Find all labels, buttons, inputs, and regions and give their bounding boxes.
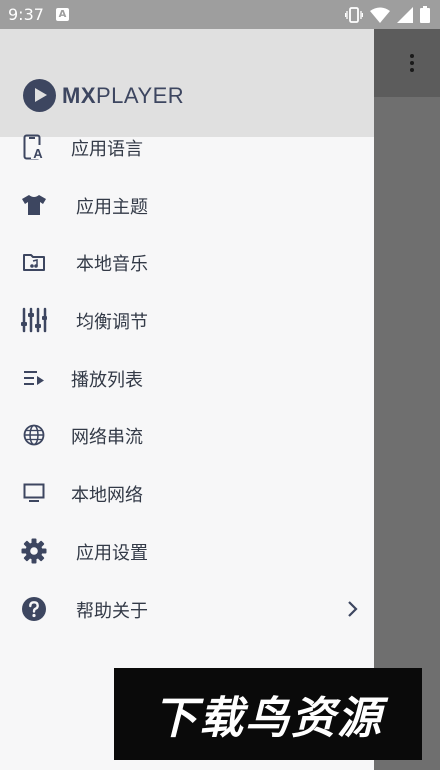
menu-item-local-music[interactable]: 本地音乐	[0, 234, 374, 292]
svg-text:A: A	[33, 146, 43, 160]
play-logo-icon	[23, 79, 56, 112]
globe-icon	[21, 422, 47, 448]
battery-icon	[420, 6, 430, 23]
mx-player-logo: MXPLAYER	[23, 79, 184, 112]
logo-text: MXPLAYER	[62, 83, 184, 109]
menu-label: 应用设置	[76, 542, 148, 564]
help-icon	[21, 596, 47, 622]
menu-item-network-stream[interactable]: 网络串流	[0, 407, 374, 465]
menu-item-equalizer[interactable]: 均衡调节	[0, 292, 374, 350]
logo-player: PLAYER	[96, 82, 185, 108]
menu-label: 本地音乐	[76, 254, 148, 276]
menu-label: 均衡调节	[76, 312, 148, 334]
equalizer-icon	[21, 307, 47, 333]
menu-item-app-theme[interactable]: 应用主题	[0, 177, 374, 235]
menu-item-local-network[interactable]: 本地网络	[0, 465, 374, 523]
menu-label: 应用语言	[71, 139, 143, 160]
tshirt-theme-icon	[21, 192, 47, 218]
drawer-menu: A 应用语言 应用主题 本地音乐 均衡调节 播放列表 网络串流 本地网络 应用设…	[0, 119, 374, 638]
logo-mx: MX	[62, 82, 96, 108]
chevron-right-icon	[346, 598, 360, 620]
overflow-menu-icon[interactable]	[397, 46, 427, 80]
menu-label: 网络串流	[71, 427, 143, 449]
notification-icon: A	[56, 8, 69, 21]
menu-label: 播放列表	[71, 369, 143, 391]
menu-item-app-language[interactable]: A 应用语言	[0, 119, 374, 177]
menu-label: 本地网络	[71, 485, 143, 507]
menu-label: 帮助关于	[76, 600, 148, 622]
menu-item-playlist[interactable]: 播放列表	[0, 350, 374, 408]
menu-item-app-settings[interactable]: 应用设置	[0, 523, 374, 581]
app-language-icon: A	[21, 134, 47, 160]
wifi-icon	[370, 7, 390, 23]
watermark: 下载鸟资源	[114, 668, 422, 760]
playlist-icon	[21, 365, 47, 391]
gear-icon	[21, 538, 47, 564]
monitor-icon	[21, 480, 47, 506]
menu-item-help-about[interactable]: 帮助关于	[0, 581, 374, 639]
signal-icon	[397, 6, 413, 23]
status-time: 9:37	[8, 5, 44, 24]
watermark-text: 下载鸟资源	[153, 693, 383, 744]
menu-label: 应用主题	[76, 196, 148, 218]
vibrate-icon	[345, 6, 363, 23]
status-bar: 9:37 A	[0, 0, 440, 29]
status-icons	[345, 6, 430, 23]
music-folder-icon	[21, 249, 47, 275]
